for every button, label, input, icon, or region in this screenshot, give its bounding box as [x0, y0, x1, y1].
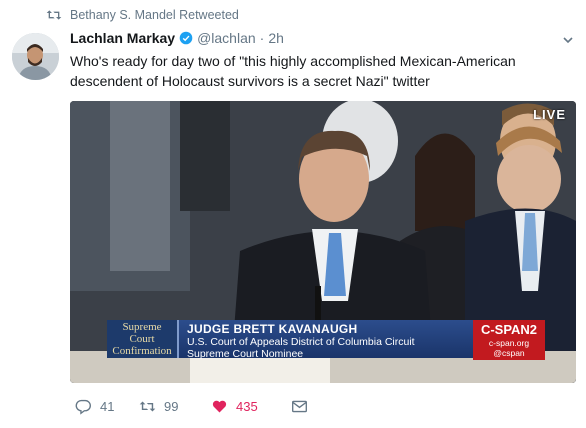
network-social: @cspan — [493, 348, 525, 358]
tweet-header: Lachlan Markay @lachlan · 2h — [70, 30, 284, 46]
lower-third: Supreme Court Confirmation JUDGE BRETT K… — [107, 320, 483, 360]
like-button[interactable]: 435 — [211, 398, 291, 415]
retweet-count: 99 — [164, 399, 179, 414]
chevron-down-icon[interactable] — [562, 34, 574, 46]
network-logo: C-SPAN2 c-span.org @cspan — [473, 320, 545, 360]
envelope-icon — [292, 400, 307, 413]
reply-icon — [75, 399, 91, 415]
reply-count: 41 — [100, 399, 115, 414]
network-url: c-span.org — [488, 338, 530, 348]
lower-third-box-line3: Confirmation — [112, 345, 172, 357]
author-handle[interactable]: @lachlan — [197, 30, 256, 46]
avatar[interactable] — [12, 33, 59, 80]
avatar-image — [12, 33, 59, 80]
lower-third-main: JUDGE BRETT KAVANAUGH U.S. Court of Appe… — [179, 320, 483, 360]
tweet-time[interactable]: 2h — [268, 30, 284, 46]
verified-badge-icon — [179, 31, 193, 45]
lower-third-line1: U.S. Court of Appeals District of Columb… — [187, 336, 415, 348]
like-count: 435 — [236, 399, 258, 414]
live-indicator: LIVE — [533, 107, 566, 122]
lower-third-box-line2: Court — [129, 333, 155, 345]
lower-third-box-line1: Supreme — [122, 321, 162, 333]
retweet-context[interactable]: Bethany S. Mandel Retweeted — [46, 8, 239, 22]
tweet-actions: 41 99 435 — [75, 398, 308, 415]
lower-third-line2: Supreme Court Nominee — [187, 348, 304, 360]
tweet-media[interactable]: LIVE Supreme Court Confirmation JUDGE BR… — [70, 101, 576, 383]
author-name[interactable]: Lachlan Markay — [70, 30, 175, 46]
network-logo-text: C-SPAN2 — [480, 322, 538, 337]
reply-button[interactable]: 41 — [75, 398, 139, 415]
retweet-icon — [46, 10, 62, 20]
lower-third-name: JUDGE BRETT KAVANAUGH — [187, 322, 358, 336]
retweet-button[interactable]: 99 — [139, 398, 211, 415]
heart-icon — [212, 400, 227, 413]
retweet-action-icon — [139, 401, 156, 412]
meta-separator: · — [259, 30, 265, 46]
retweet-label: Bethany S. Mandel Retweeted — [70, 8, 239, 22]
direct-message-button[interactable] — [291, 398, 308, 415]
tweet-text: Who's ready for day two of "this highly … — [70, 53, 516, 89]
lower-third-box: Supreme Court Confirmation — [107, 320, 179, 358]
